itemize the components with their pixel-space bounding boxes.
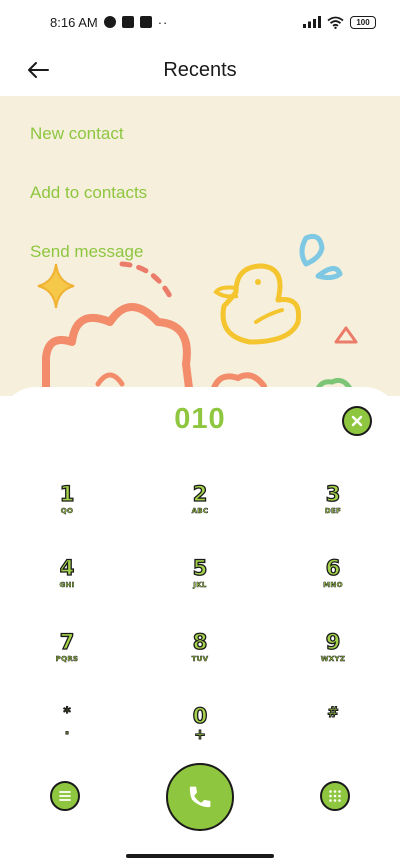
key-sub-symbol: + bbox=[194, 727, 207, 744]
dialpad-button[interactable] bbox=[320, 781, 350, 811]
notification-square-icon bbox=[121, 16, 134, 28]
key-letters: DEF bbox=[324, 507, 342, 516]
key-5[interactable]: 5 JKL bbox=[155, 556, 245, 617]
key-letters: PQRS bbox=[55, 655, 79, 664]
key-star[interactable]: * · bbox=[22, 705, 112, 765]
status-time: 8:16 AM bbox=[50, 14, 98, 30]
page-title: Recents bbox=[163, 58, 237, 81]
new-contact-action[interactable]: New contact bbox=[30, 124, 124, 144]
dialer-screen: 8:16 AM ·· 100 Recents New contact Add t… bbox=[0, 0, 400, 866]
status-bar: 8:16 AM ·· 100 bbox=[0, 0, 400, 44]
close-icon bbox=[351, 415, 363, 427]
menu-icon bbox=[59, 791, 71, 801]
phone-icon bbox=[189, 786, 211, 808]
key-digit: 5 bbox=[192, 556, 208, 580]
dialed-number: 010 bbox=[174, 403, 226, 435]
key-8[interactable]: 8 TUV bbox=[155, 630, 245, 691]
key-symbol: * bbox=[63, 705, 71, 722]
menu-button[interactable] bbox=[50, 781, 80, 811]
recents-background: New contact Add to contacts Send message bbox=[0, 96, 400, 396]
key-letters: JKL bbox=[193, 581, 207, 590]
battery-icon: 100 bbox=[350, 15, 376, 29]
clear-button[interactable] bbox=[342, 406, 372, 436]
arrow-left-icon bbox=[28, 62, 49, 78]
sparkle-doodle bbox=[37, 263, 75, 309]
upload-notification-icon bbox=[139, 16, 152, 28]
back-button[interactable] bbox=[22, 56, 54, 84]
key-digit: 4 bbox=[59, 556, 75, 580]
dialer-sheet: 010 1 QO 2 ABC 3 DEF 4 GHI 5 JKL 6 MNO 7… bbox=[0, 387, 400, 866]
header: Recents bbox=[0, 44, 400, 96]
notification-app-icon bbox=[103, 16, 116, 28]
key-letters: GHI bbox=[59, 581, 75, 590]
dialpad-icon bbox=[329, 790, 341, 802]
key-letters: ABC bbox=[191, 507, 209, 516]
triangle-doodle bbox=[334, 326, 358, 344]
key-1[interactable]: 1 QO bbox=[22, 482, 112, 543]
key-letters: MNO bbox=[323, 581, 343, 590]
send-message-action[interactable]: Send message bbox=[30, 242, 143, 262]
key-2[interactable]: 2 ABC bbox=[155, 482, 245, 543]
key-digit: 3 bbox=[325, 482, 341, 506]
call-button[interactable] bbox=[166, 763, 234, 831]
key-3[interactable]: 3 DEF bbox=[288, 482, 378, 543]
key-hash[interactable]: # bbox=[288, 705, 378, 765]
home-indicator[interactable] bbox=[126, 854, 274, 858]
key-0[interactable]: 0 + bbox=[155, 704, 245, 765]
key-symbol: # bbox=[327, 705, 340, 722]
drop-doodle bbox=[299, 233, 325, 267]
voicemail-label: QO bbox=[60, 507, 74, 516]
key-letters: WXYZ bbox=[320, 655, 346, 664]
status-left: 8:16 AM ·· bbox=[50, 15, 168, 30]
key-6[interactable]: 6 MNO bbox=[288, 556, 378, 617]
key-4[interactable]: 4 GHI bbox=[22, 556, 112, 617]
dashed-arc-doodle bbox=[119, 261, 175, 303]
key-sub-symbol: · bbox=[64, 726, 70, 741]
key-digit: 2 bbox=[192, 482, 208, 506]
duck-doodle bbox=[220, 263, 302, 345]
signal-icon bbox=[303, 16, 321, 28]
wifi-icon bbox=[327, 16, 344, 29]
key-digit: 0 bbox=[192, 704, 208, 728]
key-digit: 6 bbox=[325, 556, 341, 580]
add-to-contacts-action[interactable]: Add to contacts bbox=[30, 183, 147, 203]
status-right: 100 bbox=[303, 15, 376, 29]
key-digit: 8 bbox=[192, 630, 208, 654]
key-9[interactable]: 9 WXYZ bbox=[288, 630, 378, 691]
key-digit: 1 bbox=[59, 482, 75, 506]
key-digit: 7 bbox=[59, 630, 75, 654]
key-digit: 9 bbox=[325, 630, 341, 654]
key-letters: TUV bbox=[191, 655, 209, 664]
more-notifications-icon: ·· bbox=[157, 14, 169, 30]
key-7[interactable]: 7 PQRS bbox=[22, 630, 112, 691]
